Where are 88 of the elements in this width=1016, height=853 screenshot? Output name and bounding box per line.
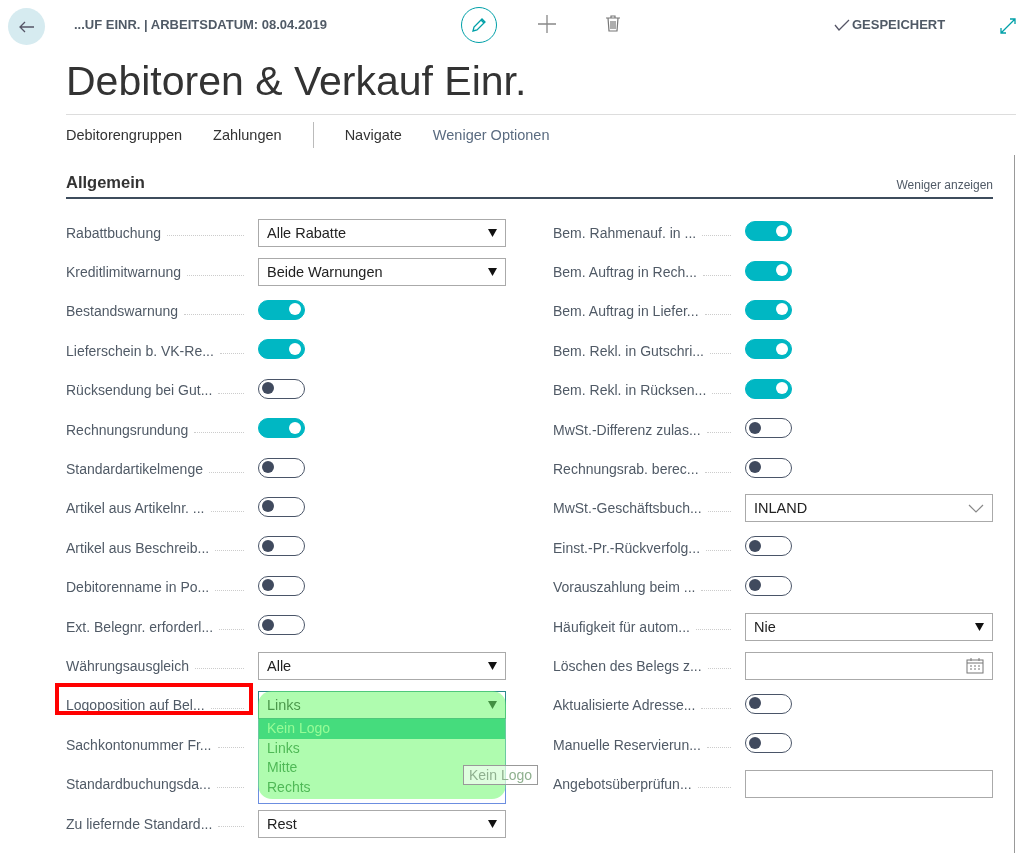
- dropdown-field[interactable]: Alle: [258, 652, 506, 680]
- toggle-switch[interactable]: [258, 615, 305, 636]
- field-label: Währungsausgleich: [66, 658, 189, 674]
- expand-button[interactable]: [1000, 18, 1016, 34]
- toggle-switch[interactable]: [258, 299, 305, 320]
- toggle-switch[interactable]: [258, 339, 305, 360]
- field-label: Lieferschein b. VK-Re...: [66, 342, 214, 359]
- toggle-switch[interactable]: [745, 536, 792, 557]
- field-label: Bem. Rahmenauf. in ...: [553, 224, 697, 241]
- field-label: Artikel aus Beschreib...: [66, 539, 210, 556]
- back-button[interactable]: [8, 8, 45, 45]
- saved-status: GESPEICHERT: [834, 17, 946, 32]
- pencil-icon: [471, 17, 487, 33]
- plus-icon: [538, 15, 556, 33]
- field-label: Bem. Rekl. in Gutschri...: [553, 342, 704, 359]
- edit-button[interactable]: [461, 7, 497, 43]
- dropdown-arrow-icon: [488, 268, 497, 277]
- page-title: Debitoren & Verkauf Einr.: [66, 57, 528, 106]
- expand-arrows-icon: [1000, 18, 1016, 34]
- dropdown-arrow-icon: [975, 622, 984, 631]
- checkmark-icon: [834, 18, 850, 31]
- toggle-switch[interactable]: [745, 221, 792, 242]
- field-label: Manuelle Reservierun...: [553, 736, 701, 753]
- field-label: Standardartikelmenge: [66, 461, 203, 478]
- dropdown-field[interactable]: Alle Rabatte: [258, 218, 506, 247]
- combo-field[interactable]: INLAND: [745, 494, 993, 523]
- new-button[interactable]: [538, 15, 556, 33]
- toggle-switch[interactable]: [258, 496, 305, 517]
- field-label: Standardbuchungsda...: [66, 776, 211, 793]
- dropdown-field[interactable]: Rest: [258, 809, 506, 838]
- toggle-switch[interactable]: [745, 339, 792, 360]
- fewer-options-button[interactable]: Weniger Optionen: [432, 127, 550, 143]
- toggle-switch[interactable]: [745, 457, 792, 478]
- trash-icon: [606, 15, 620, 32]
- toggle-switch[interactable]: [745, 418, 792, 439]
- toggle-switch[interactable]: [745, 260, 792, 281]
- toggle-switch[interactable]: [745, 575, 792, 596]
- field-label: MwSt.-Differenz zulas...: [553, 421, 701, 438]
- chevron-down-icon: [968, 503, 984, 513]
- field-label: MwSt.-Geschäftsbuch...: [553, 500, 702, 517]
- field-label: Debitorenname in Po...: [66, 579, 210, 596]
- dropdown-arrow-icon: [488, 701, 497, 710]
- toggle-switch[interactable]: [258, 536, 305, 557]
- dropdown-field[interactable]: Beide Warnungen: [258, 258, 506, 287]
- dropdown-field[interactable]: Nie: [745, 612, 993, 641]
- field-label: Logoposition auf Bel...: [66, 697, 205, 714]
- field-label: Rücksendung bei Gut...: [66, 382, 213, 399]
- delete-button[interactable]: [606, 15, 620, 32]
- date-field[interactable]: [745, 652, 993, 680]
- toggle-switch[interactable]: [745, 378, 792, 399]
- field-label: Rechnungsrundung: [66, 421, 189, 438]
- toggle-switch[interactable]: [258, 378, 305, 399]
- calendar-icon: [966, 658, 984, 674]
- field-label: Bestandswarnung: [66, 303, 179, 320]
- toggle-switch[interactable]: [258, 575, 305, 596]
- action-button[interactable]: Zahlungen: [213, 127, 282, 143]
- field-label: Zu liefernde Standard...: [66, 815, 213, 832]
- field-label: Rabattbuchung: [66, 224, 161, 241]
- field-label: Bem. Auftrag in Liefer...: [553, 303, 699, 320]
- back-arrow-icon: [18, 20, 35, 33]
- field-label: Einst.-Pr.-Rückverfolg...: [553, 539, 701, 556]
- field-label: Artikel aus Artikelnr. ...: [66, 500, 205, 517]
- show-less-link[interactable]: Weniger anzeigen: [896, 178, 993, 192]
- field-label: Ext. Belegnr. erforderl...: [66, 618, 214, 635]
- field-label: Rechnungsrab. berec...: [553, 461, 699, 478]
- action-button[interactable]: Navigate: [344, 127, 402, 143]
- action-button[interactable]: Debitorengruppen: [66, 127, 183, 143]
- field-label: Aktualisierte Adresse...: [553, 697, 696, 714]
- toggle-switch[interactable]: [745, 693, 792, 714]
- field-label: Häufigkeit für autom...: [553, 618, 690, 635]
- field-label: Vorauszahlung beim ...: [553, 579, 696, 596]
- dropdown-arrow-icon: [488, 819, 497, 828]
- breadcrumb: ...UF EINR. | ARBEITSDATUM: 08.04.2019: [74, 17, 327, 32]
- dropdown-arrow-icon: [488, 228, 497, 237]
- section-title: Allgemein: [66, 173, 145, 192]
- field-label: Bem. Auftrag in Rech...: [553, 264, 697, 281]
- tooltip: Kein Logo: [463, 765, 539, 786]
- field-label: Angebotsüberprüfun...: [553, 776, 692, 793]
- toggle-switch[interactable]: [745, 733, 792, 754]
- text-field[interactable]: [745, 770, 993, 799]
- field-label: Bem. Rekl. in Rücksen...: [553, 382, 707, 399]
- dropdown-arrow-icon: [488, 662, 497, 670]
- field-label: Löschen des Belegs z...: [553, 658, 702, 674]
- field-label: Kreditlimitwarnung: [66, 264, 182, 281]
- field-label: Sachkontonummer Fr...: [66, 736, 212, 753]
- toggle-switch[interactable]: [745, 299, 792, 320]
- toggle-switch[interactable]: [258, 457, 305, 478]
- toggle-switch[interactable]: [258, 418, 305, 439]
